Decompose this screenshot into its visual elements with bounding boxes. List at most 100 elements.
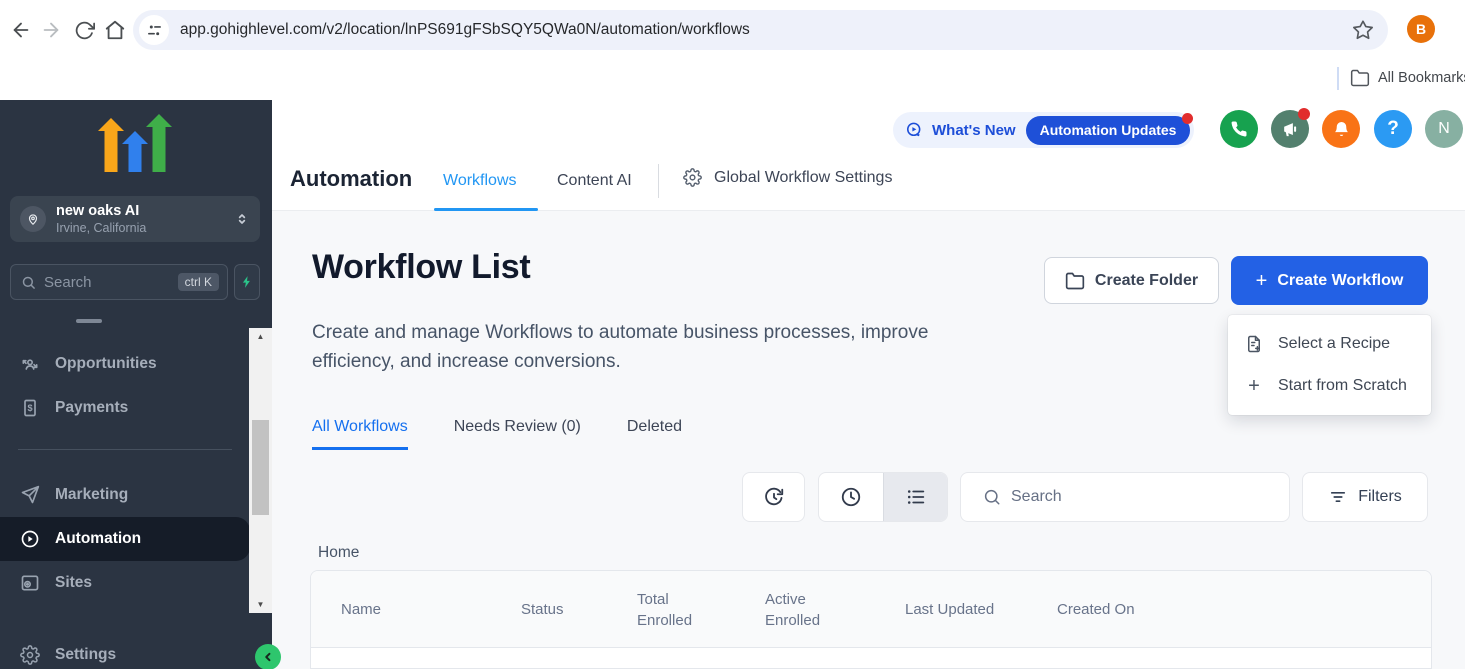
notification-dot: [1182, 113, 1193, 124]
tab-deleted[interactable]: Deleted: [627, 418, 682, 450]
help-glyph: ?: [1387, 118, 1399, 140]
global-workflow-settings-button[interactable]: Global Workflow Settings: [683, 168, 892, 187]
column-header-last-updated: Last Updated: [905, 571, 994, 648]
back-icon: [10, 19, 32, 41]
lightning-icon: [240, 274, 254, 290]
browser-home-button[interactable]: [102, 17, 128, 43]
site-info-icon[interactable]: [139, 15, 169, 45]
screen: app.gohighlevel.com/v2/location/lnPS691g…: [0, 0, 1465, 669]
user-avatar[interactable]: N: [1425, 110, 1463, 148]
browser-menu-kebab-icon[interactable]: ⋮: [1458, 18, 1465, 39]
menu-item-partial: [76, 319, 102, 323]
search-icon: [21, 275, 36, 290]
browser-profile-avatar[interactable]: B: [1407, 15, 1435, 43]
tab-all-workflows[interactable]: All Workflows: [312, 418, 408, 450]
browser-forward-button[interactable]: [38, 17, 64, 43]
shortcut-badge: ctrl K: [178, 273, 219, 291]
scroll-thumb[interactable]: [252, 420, 269, 515]
location-name: new oaks AI: [56, 203, 234, 219]
page-title: Automation: [290, 166, 412, 192]
sidebar-item-label: Payments: [55, 399, 128, 417]
enrollment-history-button[interactable]: [742, 472, 805, 522]
all-bookmarks-label: All Bookmarks: [1378, 70, 1465, 86]
help-button[interactable]: ?: [1374, 110, 1412, 148]
sidebar-item-payments[interactable]: $ Payments: [0, 386, 250, 430]
notifications-button[interactable]: [1322, 110, 1360, 148]
sidebar-item-label: Settings: [55, 646, 116, 664]
gear-icon: [683, 168, 702, 187]
folder-icon: [1065, 271, 1085, 291]
workflow-tabs: All Workflows Needs Review (0) Deleted: [312, 418, 682, 450]
filter-icon: [1328, 487, 1348, 507]
location-switcher[interactable]: new oaks AI Irvine, California: [10, 196, 260, 242]
list-view-button[interactable]: [883, 473, 947, 521]
automation-updates-badge[interactable]: Automation Updates: [1026, 116, 1191, 145]
tab-workflows[interactable]: Workflows: [443, 172, 517, 190]
menu-item-select-recipe[interactable]: Select a Recipe: [1228, 323, 1431, 365]
search-icon: [983, 488, 1001, 506]
tab-needs-review[interactable]: Needs Review (0): [454, 418, 581, 450]
sidebar-item-opportunities[interactable]: Opportunities: [0, 342, 250, 386]
whats-new-button[interactable]: What's New Automation Updates: [893, 112, 1194, 148]
browser-back-button[interactable]: [8, 17, 34, 43]
chevron-left-icon: [261, 650, 275, 664]
phone-button[interactable]: [1220, 110, 1258, 148]
sidebar: new oaks AI Irvine, California ctrl K Op…: [0, 100, 272, 669]
sidebar-search[interactable]: ctrl K: [10, 264, 228, 300]
filters-button[interactable]: Filters: [1302, 472, 1428, 522]
scroll-up-button[interactable]: ▲: [249, 332, 272, 341]
recipe-icon: [1244, 335, 1264, 353]
workflow-search-input[interactable]: [1011, 488, 1289, 506]
sidebar-item-marketing[interactable]: Marketing: [0, 473, 250, 517]
active-tab-underline: [434, 208, 538, 211]
column-header-total-enrolled: Total Enrolled: [637, 571, 711, 648]
all-bookmarks-button[interactable]: All Bookmarks: [1350, 64, 1465, 92]
tab-content-ai[interactable]: Content AI: [557, 172, 632, 190]
sidebar-scrollbar[interactable]: ▲ ▼: [249, 328, 272, 613]
bookmark-star-icon[interactable]: [1352, 19, 1374, 41]
breadcrumb-home[interactable]: Home: [318, 544, 359, 562]
sidebar-search-input[interactable]: [44, 274, 178, 291]
column-header-name: Name: [341, 571, 381, 648]
sidebar-item-automation[interactable]: Automation: [0, 517, 250, 561]
list-icon: [905, 486, 927, 508]
sidebar-item-sites[interactable]: Sites: [0, 561, 250, 605]
sidebar-collapse-button[interactable]: [255, 644, 281, 669]
menu-item-label: Start from Scratch: [1278, 377, 1407, 395]
menu-item-label: Select a Recipe: [1278, 335, 1390, 353]
global-workflow-settings-label: Global Workflow Settings: [714, 169, 892, 187]
workflow-search[interactable]: [960, 472, 1290, 522]
create-workflow-label: Create Workflow: [1277, 272, 1403, 290]
quick-actions-button[interactable]: [234, 264, 260, 300]
create-workflow-button[interactable]: + Create Workflow: [1231, 256, 1428, 305]
column-header-active-enrolled: Active Enrolled: [765, 571, 839, 648]
app-logo[interactable]: [98, 114, 172, 174]
opportunities-icon: [20, 354, 42, 374]
main-area: What's New Automation Updates ? N Automa…: [272, 100, 1465, 669]
create-folder-button[interactable]: Create Folder: [1044, 257, 1219, 304]
bell-icon: [1332, 120, 1351, 139]
gohighlevel-logo-icon: [98, 114, 172, 174]
marketing-icon: [20, 485, 42, 505]
forward-icon: [40, 19, 62, 41]
clock-icon: [840, 486, 862, 508]
workflow-list-heading: Workflow List: [312, 248, 530, 287]
sidebar-item-label: Marketing: [55, 486, 128, 504]
announcements-button[interactable]: [1271, 110, 1309, 148]
header-divider: [658, 164, 659, 198]
sidebar-item-settings[interactable]: Settings: [0, 633, 250, 669]
scroll-down-button[interactable]: ▼: [249, 600, 272, 609]
time-view-button[interactable]: [819, 473, 883, 521]
column-header-status: Status: [521, 571, 564, 648]
url-bar[interactable]: app.gohighlevel.com/v2/location/lnPS691g…: [133, 10, 1388, 50]
sidebar-item-label: Sites: [55, 574, 92, 592]
location-city: Irvine, California: [56, 221, 234, 235]
create-workflow-menu: Select a Recipe + Start from Scratch: [1228, 315, 1431, 415]
browser-reload-button[interactable]: [71, 17, 97, 43]
menu-item-start-scratch[interactable]: + Start from Scratch: [1228, 365, 1431, 407]
home-icon: [104, 19, 126, 41]
workflow-list-description: Create and manage Workflows to automate …: [312, 318, 1002, 376]
phone-icon: [1230, 120, 1248, 138]
svg-text:$: $: [27, 403, 32, 413]
location-texts: new oaks AI Irvine, California: [56, 203, 234, 235]
